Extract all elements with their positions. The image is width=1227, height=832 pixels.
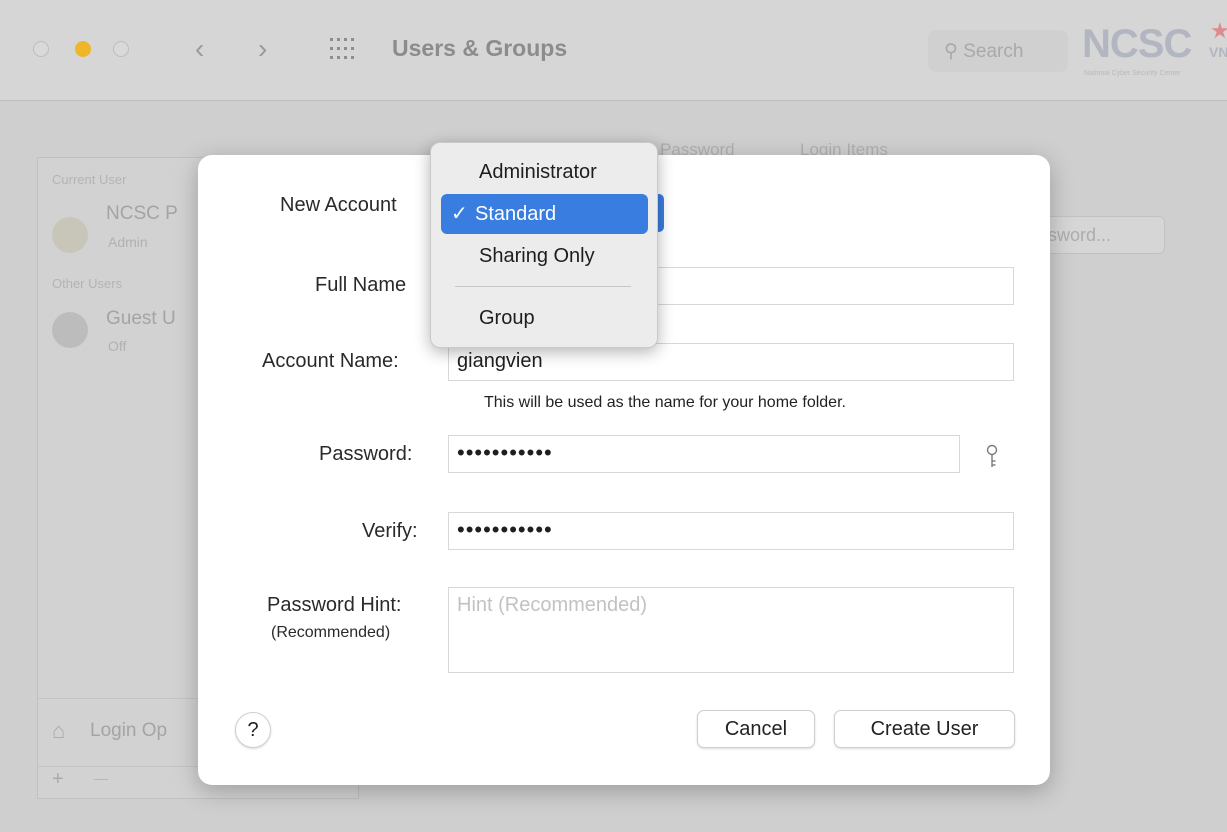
window-title: Users & Groups	[392, 35, 568, 61]
password-field[interactable]: •••••••••••	[448, 435, 960, 473]
minimize-window-button[interactable]	[75, 41, 91, 57]
current-user-name[interactable]: NCSC P	[106, 203, 178, 225]
current-user-role: Admin	[108, 234, 148, 250]
zoom-window-button[interactable]	[113, 41, 129, 57]
house-icon: ⌂	[52, 718, 66, 743]
logo-tagline: National Cyber Security Center	[1084, 70, 1181, 77]
menu-item-standard[interactable]: ✓ Standard	[441, 194, 648, 234]
verify-field[interactable]: •••••••••••	[448, 512, 1014, 550]
star-icon: ★	[1210, 18, 1227, 43]
other-users-section-label: Other Users	[52, 276, 123, 291]
guest-user-name[interactable]: Guest U	[106, 308, 176, 330]
menu-item-administrator[interactable]: Administrator	[479, 161, 597, 184]
close-window-button[interactable]	[33, 41, 49, 57]
logo-suffix-text: VN	[1209, 44, 1227, 60]
cancel-button[interactable]: Cancel	[697, 710, 815, 748]
checkmark-icon: ✓	[451, 203, 468, 225]
password-hint-sublabel: (Recommended)	[271, 624, 391, 641]
account-type-menu: Administrator ✓ Standard Sharing Only Gro…	[430, 142, 658, 348]
remove-user-button[interactable]: —	[94, 770, 108, 786]
ncsc-logo: NCSC ★ VN National Cyber Security Center	[1082, 18, 1227, 82]
create-user-button[interactable]: Create User	[834, 710, 1015, 748]
search-icon: ⚲	[944, 41, 958, 62]
show-all-grid-icon[interactable]	[330, 38, 356, 62]
search-field[interactable]: ⚲ Search	[928, 30, 1068, 72]
account-name-label: Account Name:	[262, 350, 399, 372]
title-bar: ‹ › Users & Groups ⚲ Search NCSC ★ VN Na…	[0, 0, 1227, 101]
password-hint-label: Password Hint:	[267, 594, 402, 616]
key-icon[interactable]	[983, 444, 1001, 470]
new-account-label: New Account	[280, 194, 397, 216]
logo-main-text: NCSC	[1082, 22, 1192, 66]
search-placeholder: Search	[963, 41, 1024, 62]
current-user-avatar	[52, 217, 88, 253]
menu-item-sharing-only[interactable]: Sharing Only	[479, 245, 595, 268]
home-folder-hint: This will be used as the name for your h…	[484, 394, 846, 411]
full-name-label: Full Name	[315, 274, 407, 296]
login-options-item[interactable]: Login Op	[90, 720, 167, 742]
password-hint-field[interactable]: Hint (Recommended)	[448, 587, 1014, 673]
forward-arrow-icon[interactable]: ›	[258, 33, 267, 65]
menu-item-standard-label: Standard	[475, 203, 557, 225]
password-label: Password:	[319, 443, 413, 465]
guest-user-status: Off	[108, 338, 127, 354]
help-button[interactable]: ?	[235, 712, 271, 748]
current-user-section-label: Current User	[52, 172, 127, 187]
add-user-button[interactable]: +	[52, 768, 64, 791]
menu-separator	[455, 286, 631, 287]
account-type-popup-button[interactable]	[658, 194, 664, 232]
menu-item-group[interactable]: Group	[479, 307, 535, 330]
account-name-field[interactable]: giangvien	[448, 343, 1014, 381]
change-password-button[interactable]: sword...	[1035, 216, 1165, 254]
back-arrow-icon[interactable]: ‹	[195, 33, 204, 65]
verify-label: Verify:	[362, 520, 418, 542]
guest-user-avatar	[52, 312, 88, 348]
